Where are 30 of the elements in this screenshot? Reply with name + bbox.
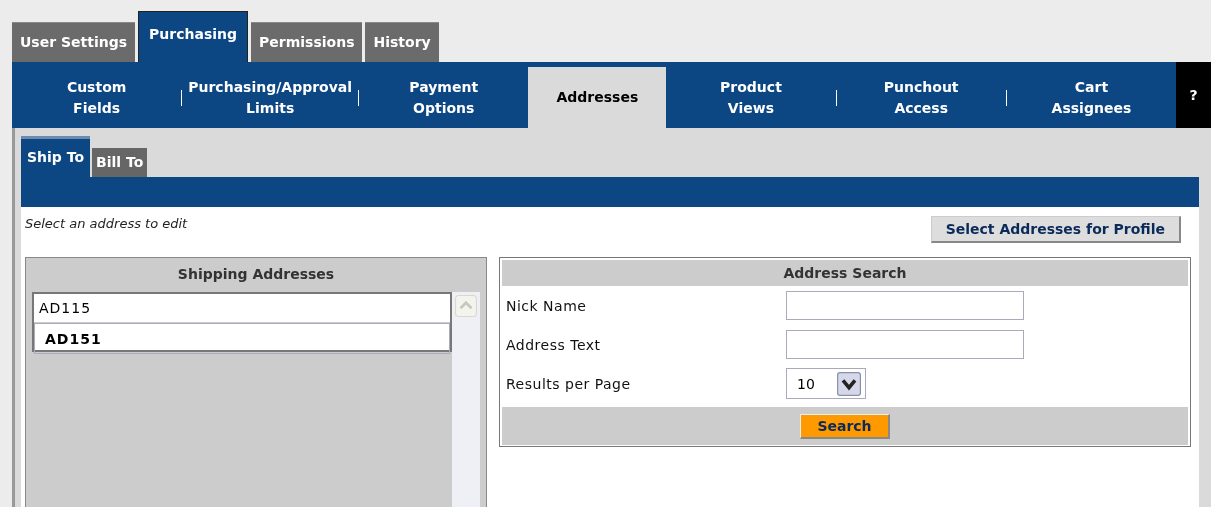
main-tab[interactable]: Permissions	[251, 22, 363, 62]
help-button[interactable]: ?	[1176, 62, 1211, 128]
sub-tab[interactable]: Custom Fields	[60, 76, 133, 119]
select-addresses-button[interactable]: Select Addresses for Profile	[930, 216, 1181, 243]
address-item[interactable]: AD151	[34, 323, 450, 354]
field-label: Address Text	[506, 336, 602, 353]
sub-tab[interactable]: Product Views	[714, 76, 788, 119]
address-item[interactable]: AD115	[34, 294, 450, 323]
main-tab[interactable]: User Settings	[12, 22, 136, 62]
panel-title: Shipping Addresses	[176, 265, 336, 284]
main-tab[interactable]: Purchasing	[138, 11, 249, 62]
scrollbar[interactable]	[452, 292, 480, 507]
dropdown-icon[interactable]	[834, 371, 863, 396]
panel-title: Address Search	[502, 260, 1188, 286]
input-field[interactable]	[786, 291, 1024, 320]
sub-tab[interactable]: Purchasing/Approval Limits	[182, 76, 359, 119]
main-tab[interactable]: History	[365, 22, 439, 62]
address-tab[interactable]: Bill To	[92, 148, 148, 177]
address-tab[interactable]: Ship To	[21, 136, 91, 177]
sub-tab[interactable]: Addresses	[528, 67, 667, 128]
input-field[interactable]	[786, 330, 1024, 359]
scroll-up-icon[interactable]	[455, 295, 477, 317]
sub-tab[interactable]: Cart Assignees	[1045, 76, 1138, 119]
sub-tab[interactable]: Payment Options	[403, 76, 485, 119]
select-field[interactable]: 10	[786, 368, 866, 399]
sub-tab[interactable]: Punchout Access	[877, 76, 965, 119]
field-label: Nick Name	[506, 297, 588, 314]
hint-text: Select an address to edit	[25, 216, 188, 231]
field-label: Results per Page	[506, 375, 632, 392]
search-button[interactable]: Search	[800, 413, 890, 439]
